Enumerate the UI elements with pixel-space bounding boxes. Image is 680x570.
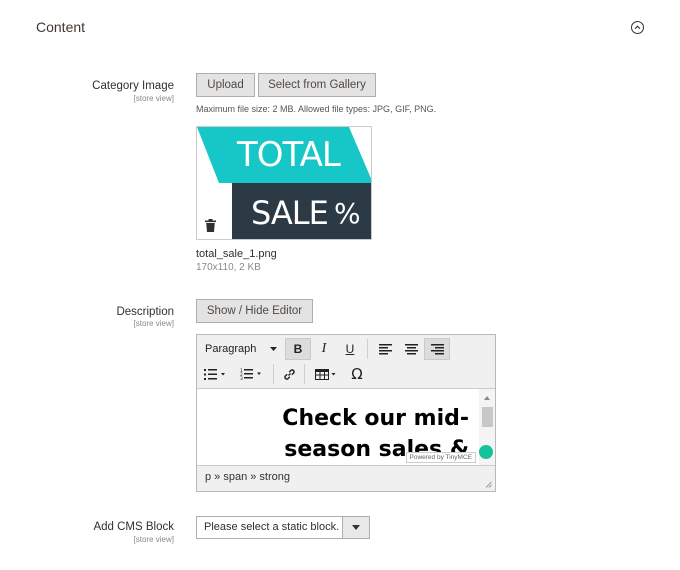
editor-content-area[interactable]: Check our mid-season sales & Powered by … [197, 388, 495, 466]
section-title: Content [36, 19, 86, 35]
trash-icon [205, 219, 216, 232]
description-label: Description [116, 306, 174, 318]
editor-status-path: p » span » strong [205, 471, 291, 483]
numbered-list-button[interactable]: 1 2 3 [233, 363, 269, 385]
svg-text:3: 3 [240, 376, 243, 380]
bullet-list-button[interactable] [197, 363, 233, 385]
file-name[interactable]: total_sale_1.png [196, 248, 277, 260]
bold-button[interactable]: B [285, 338, 311, 360]
align-left-button[interactable] [372, 338, 398, 360]
link-icon [283, 368, 295, 380]
editor-scrollbar-thumb[interactable] [482, 407, 493, 427]
scroll-up-icon [484, 396, 490, 400]
select-from-gallery-button[interactable]: Select from Gallery [258, 73, 376, 97]
delete-image-button[interactable] [205, 219, 216, 237]
editor-toolbar-row-1: Paragraph B I U [197, 337, 450, 361]
file-restrictions-note: Maximum file size: 2 MB. Allowed file ty… [196, 104, 437, 114]
table-icon [315, 368, 336, 380]
italic-icon: I [321, 341, 327, 356]
category-image-scope: [store view] [133, 94, 174, 103]
image-preview: TOTAL SALE % [196, 126, 372, 240]
toolbar-separator [304, 364, 305, 384]
caret-down-icon [270, 347, 277, 351]
bold-icon: B [293, 342, 303, 356]
insert-link-button[interactable] [278, 363, 300, 385]
align-center-icon [404, 343, 418, 354]
omega-icon: Ω [351, 365, 363, 383]
collapse-section-button[interactable] [631, 21, 644, 34]
grammarly-icon[interactable] [479, 445, 493, 459]
cms-block-scope: [store view] [133, 535, 174, 544]
align-right-icon [430, 343, 444, 354]
underline-button[interactable]: U [337, 338, 363, 360]
show-hide-editor-button[interactable]: Show / Hide Editor [196, 299, 313, 323]
format-select-value: Paragraph [205, 343, 257, 355]
description-scope: [store view] [133, 319, 174, 328]
italic-button[interactable]: I [311, 338, 337, 360]
chevron-down-icon [352, 525, 360, 530]
upload-button[interactable]: Upload [196, 73, 255, 97]
format-select[interactable]: Paragraph [197, 338, 285, 360]
toolbar-separator [273, 364, 274, 384]
cms-block-select-value: Please select a static block. [204, 521, 340, 533]
insert-table-button[interactable] [309, 363, 343, 385]
numbered-list-icon: 1 2 3 [240, 368, 261, 380]
wysiwyg-editor: Paragraph B I U 1 2 3 Ω Check our mid-se… [196, 334, 496, 492]
align-right-button[interactable] [424, 338, 450, 360]
cms-block-select-arrow[interactable] [342, 517, 369, 538]
editor-toolbar-row-2: 1 2 3 Ω [197, 362, 371, 386]
preview-text-percent: % [334, 197, 361, 230]
bullet-list-icon [204, 368, 225, 380]
toolbar-separator [367, 339, 368, 359]
cms-block-select[interactable]: Please select a static block. [196, 516, 370, 539]
special-character-button[interactable]: Ω [343, 363, 371, 385]
underline-icon: U [345, 342, 355, 356]
cms-block-label: Add CMS Block [93, 521, 174, 533]
chevron-up-icon [634, 25, 641, 30]
preview-text-total: TOTAL [237, 135, 341, 175]
category-image-label: Category Image [92, 80, 174, 92]
align-left-icon [378, 343, 392, 354]
file-meta: 170x110, 2 KB [196, 262, 261, 273]
align-center-button[interactable] [398, 338, 424, 360]
powered-by-tinymce[interactable]: Powered by TinyMCE [405, 452, 476, 463]
resize-handle-icon[interactable] [485, 481, 492, 488]
preview-text-sale: SALE [251, 194, 329, 232]
